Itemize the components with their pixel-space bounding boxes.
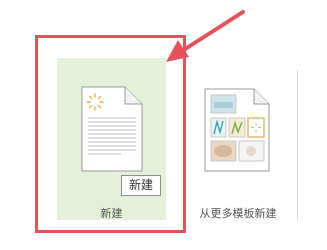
red-arrow-icon <box>166 10 245 62</box>
